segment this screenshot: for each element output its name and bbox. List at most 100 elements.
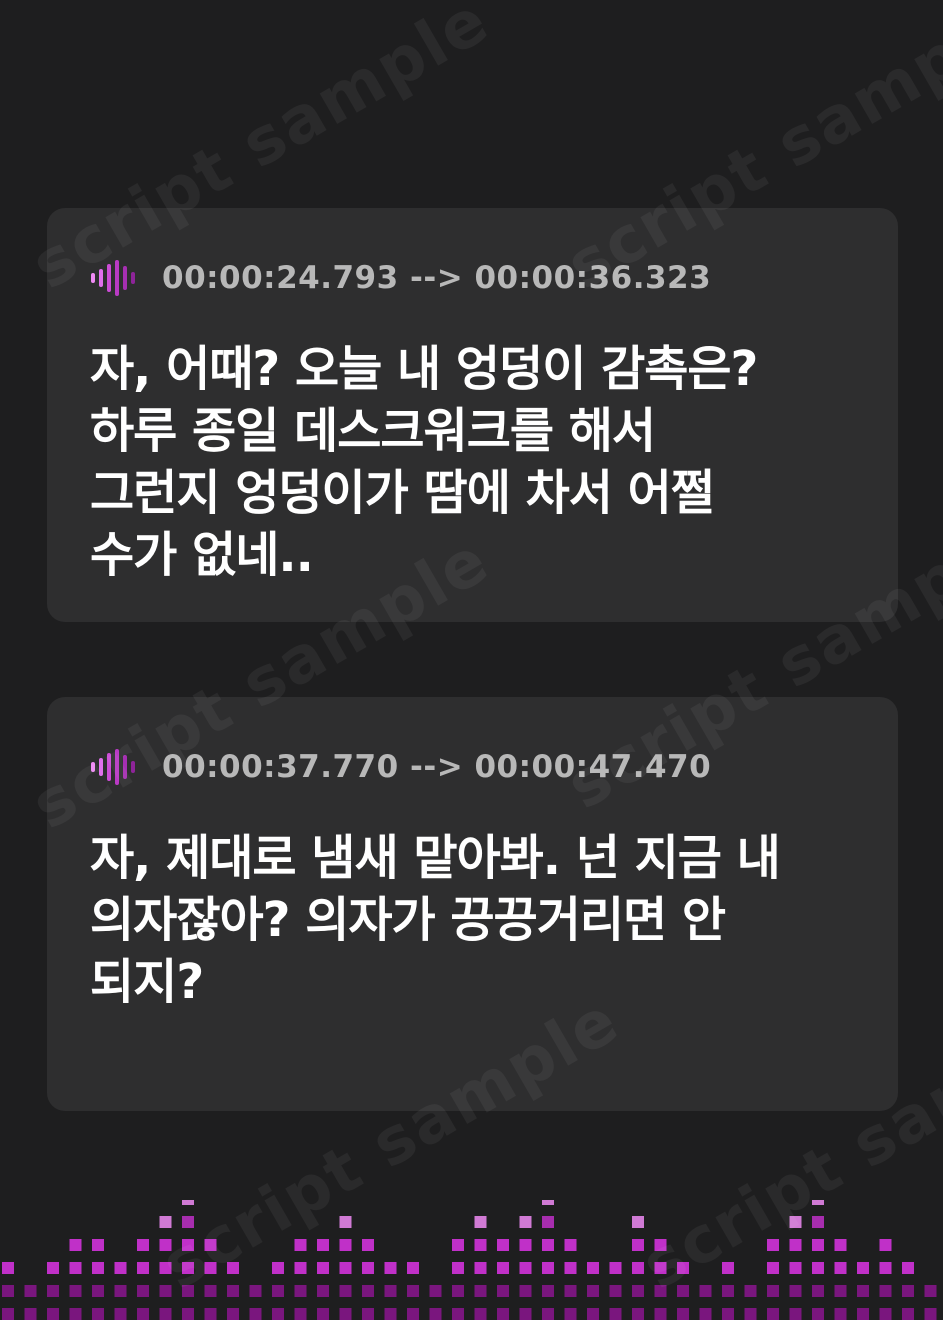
- equalizer-pixel: [722, 1285, 734, 1297]
- subtitle-card: 00:00:24.793 --> 00:00:36.323 자, 어때? 오늘 …: [47, 208, 898, 622]
- equalizer-pixel: [384, 1285, 397, 1297]
- equalizer-pixel: [879, 1308, 892, 1320]
- equalizer-pixel: [542, 1285, 554, 1297]
- equalizer-pixel: [294, 1262, 307, 1274]
- equalizer-pixel: [632, 1285, 644, 1297]
- equalizer-pixel: [564, 1262, 577, 1274]
- equalizer-pixel: [249, 1308, 262, 1320]
- equalizer-pixel: [474, 1308, 487, 1320]
- equalizer-pixel: [767, 1285, 779, 1297]
- equalizer-pixel: [272, 1308, 284, 1320]
- equalizer-pixel: [542, 1239, 554, 1251]
- equalizer-pixel: [744, 1285, 757, 1297]
- equalizer-pixel: [362, 1262, 374, 1274]
- equalizer-pixel: [654, 1262, 667, 1274]
- equalizer-pixel: [339, 1239, 352, 1251]
- equalizer-pixel: [182, 1308, 194, 1320]
- equalizer-pixel: [69, 1285, 82, 1297]
- equalizer-pixel: [69, 1239, 82, 1251]
- equalizer-pixel: [519, 1285, 532, 1297]
- equalizer-pixel: [542, 1200, 554, 1205]
- equalizer-pixel: [789, 1308, 802, 1320]
- equalizer-pixel: [47, 1308, 59, 1320]
- equalizer-pixel: [654, 1239, 667, 1251]
- equalizer-pixel: [587, 1262, 599, 1274]
- equalizer-pixel: [452, 1285, 464, 1297]
- equalizer-pixel: [92, 1239, 104, 1251]
- equalizer-pixel: [474, 1216, 487, 1228]
- equalizer-pixel: [497, 1262, 509, 1274]
- equalizer-pixel: [182, 1216, 194, 1228]
- equalizer-pixel: [227, 1308, 239, 1320]
- equalizer-pixel: [632, 1216, 644, 1228]
- equalizer-pixel: [879, 1285, 892, 1297]
- equalizer-pixel: [114, 1285, 127, 1297]
- equalizer-pixel: [812, 1262, 824, 1274]
- equalizer-pixel: [339, 1216, 352, 1228]
- equalizer-pixel: [767, 1239, 779, 1251]
- equalizer-pixel: [519, 1308, 532, 1320]
- equalizer-pixel: [564, 1239, 577, 1251]
- equalizer-pixel: [204, 1285, 217, 1297]
- equalizer-pixel: [812, 1200, 824, 1205]
- equalizer-pixel: [92, 1262, 104, 1274]
- equalizer-pixel: [789, 1285, 802, 1297]
- watermark-layer: script sample script sample script sampl…: [0, 0, 943, 1320]
- equalizer-pixel: [519, 1239, 532, 1251]
- equalizer-pixel: [2, 1308, 14, 1320]
- equalizer-pixel: [362, 1239, 374, 1251]
- timestamp: 00:00:24.793 --> 00:00:36.323: [162, 260, 712, 296]
- equalizer-pixel: [159, 1262, 172, 1274]
- equalizer-pixel: [182, 1239, 194, 1251]
- equalizer-pixel: [429, 1285, 442, 1297]
- equalizer-pixel: [429, 1308, 442, 1320]
- equalizer-pixel: [272, 1285, 284, 1297]
- equalizer-pixel: [542, 1308, 554, 1320]
- equalizer-pixel: [137, 1308, 149, 1320]
- subtitle-text: 자, 제대로 냄새 맡아봐. 넌 지금 내 의자잖아? 의자가 끙끙거리면 안 …: [90, 830, 781, 1010]
- equalizer-pixel: [47, 1285, 59, 1297]
- equalizer-pixel: [497, 1285, 509, 1297]
- equalizer-pixel: [812, 1285, 824, 1297]
- equalizer-pixel: [339, 1262, 352, 1274]
- equalizer-pixel: [204, 1308, 217, 1320]
- equalizer-pixel: [114, 1308, 127, 1320]
- equalizer-pixel: [69, 1308, 82, 1320]
- equalizer-pixel: [632, 1239, 644, 1251]
- equalizer-pixel: [452, 1262, 464, 1274]
- equalizer-pixel: [857, 1308, 869, 1320]
- equalizer-pixel: [182, 1262, 194, 1274]
- equalizer-pixel: [407, 1262, 419, 1274]
- equalizer-pixel: [362, 1285, 374, 1297]
- equalizer-pixel: [677, 1262, 689, 1274]
- equalizer-pixel: [159, 1216, 172, 1228]
- equalizer-pixel: [924, 1308, 937, 1320]
- equalizer-pixel: [317, 1308, 329, 1320]
- equalizer-pixel: [767, 1262, 779, 1274]
- equalizer-pixel: [182, 1285, 194, 1297]
- equalizer-pixel: [452, 1308, 464, 1320]
- equalizer-pixel: [2, 1262, 14, 1274]
- equalizer-pixel: [339, 1308, 352, 1320]
- equalizer-pixel: [519, 1262, 532, 1274]
- equalizer-pixel: [902, 1262, 914, 1274]
- equalizer-pixel: [834, 1308, 847, 1320]
- equalizer-pixel: [497, 1239, 509, 1251]
- equalizer-pixel: [564, 1308, 577, 1320]
- equalizer-pixel: [519, 1216, 532, 1228]
- equalizer-pixel: [587, 1285, 599, 1297]
- equalizer-pixel: [857, 1262, 869, 1274]
- equalizer-pixel: [542, 1262, 554, 1274]
- equalizer-pixel: [879, 1262, 892, 1274]
- equalizer-pixel: [474, 1262, 487, 1274]
- equalizer-pixel: [294, 1285, 307, 1297]
- equalizer-pixel: [699, 1308, 712, 1320]
- equalizer-pixel: [92, 1308, 104, 1320]
- equalizer-pixel: [564, 1285, 577, 1297]
- equalizer-pixel: [744, 1308, 757, 1320]
- equalizer-pixel: [789, 1239, 802, 1251]
- subtitle-text: 자, 어때? 오늘 내 엉덩이 감촉은? 하루 종일 데스크워크를 해서 그런지…: [90, 341, 758, 583]
- equalizer-pixel: [384, 1308, 397, 1320]
- equalizer-pixel: [812, 1216, 824, 1228]
- equalizer-pixel: [92, 1285, 104, 1297]
